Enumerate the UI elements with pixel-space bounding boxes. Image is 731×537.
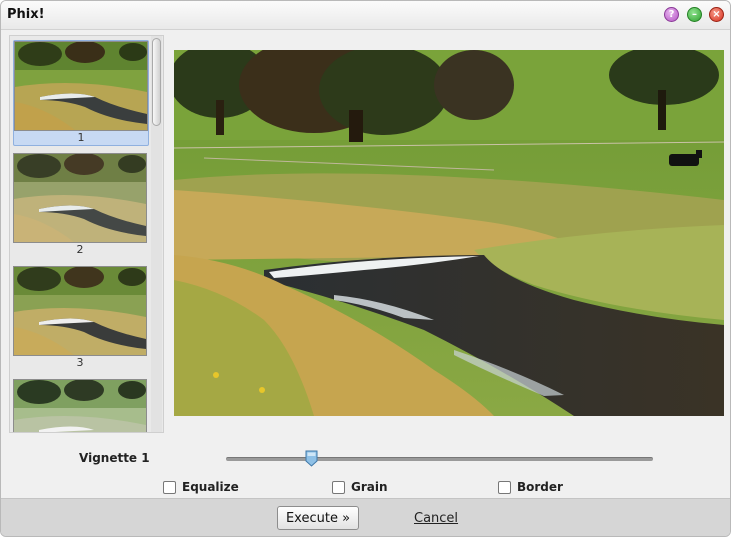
thumbnail-item[interactable] [13, 379, 147, 432]
preview-image [174, 50, 724, 416]
thumbnail-image [13, 379, 147, 432]
help-icon[interactable]: ? [664, 7, 679, 22]
app-window: Phix! ? – × 1 2 3 Vignette 1 Equalize Gr… [0, 0, 731, 537]
execute-button[interactable]: Execute » [277, 506, 359, 530]
title-bar: Phix! ? – × [1, 1, 730, 30]
thumbnail-item[interactable]: 2 [13, 153, 147, 257]
thumbnail-image [14, 41, 148, 131]
checkbox-label: Border [517, 480, 563, 494]
grain-checkbox[interactable]: Grain [332, 480, 388, 494]
thumbnail-number: 3 [76, 356, 84, 369]
footer-bar: Execute » Cancel [1, 498, 730, 536]
thumbnail-number: 1 [77, 131, 85, 144]
checkbox-box[interactable] [498, 480, 511, 494]
vignette-slider-track[interactable] [226, 457, 653, 461]
thumbnail-scrollbar[interactable] [151, 36, 162, 432]
checkbox-box[interactable] [163, 480, 176, 494]
thumbnail-item[interactable]: 3 [13, 266, 147, 370]
thumbnail-list[interactable]: 1 2 3 [9, 35, 164, 433]
slider-label: Vignette 1 [79, 451, 150, 465]
thumbnail-item[interactable]: 1 [13, 40, 149, 146]
checkbox-label: Equalize [182, 480, 239, 494]
scrollbar-thumb[interactable] [152, 38, 161, 126]
thumbnail-image [13, 266, 147, 356]
thumbnail-number: 2 [76, 243, 84, 256]
thumbnail-image [13, 153, 147, 243]
close-icon[interactable]: × [709, 7, 724, 22]
equalize-checkbox[interactable]: Equalize [163, 480, 239, 494]
window-title: Phix! [7, 7, 45, 22]
minimize-icon[interactable]: – [687, 7, 702, 22]
checkbox-box[interactable] [332, 480, 345, 494]
checkbox-label: Grain [351, 480, 388, 494]
border-checkbox[interactable]: Border [498, 480, 563, 494]
vignette-slider-handle[interactable] [305, 450, 318, 467]
cancel-link[interactable]: Cancel [414, 511, 458, 526]
